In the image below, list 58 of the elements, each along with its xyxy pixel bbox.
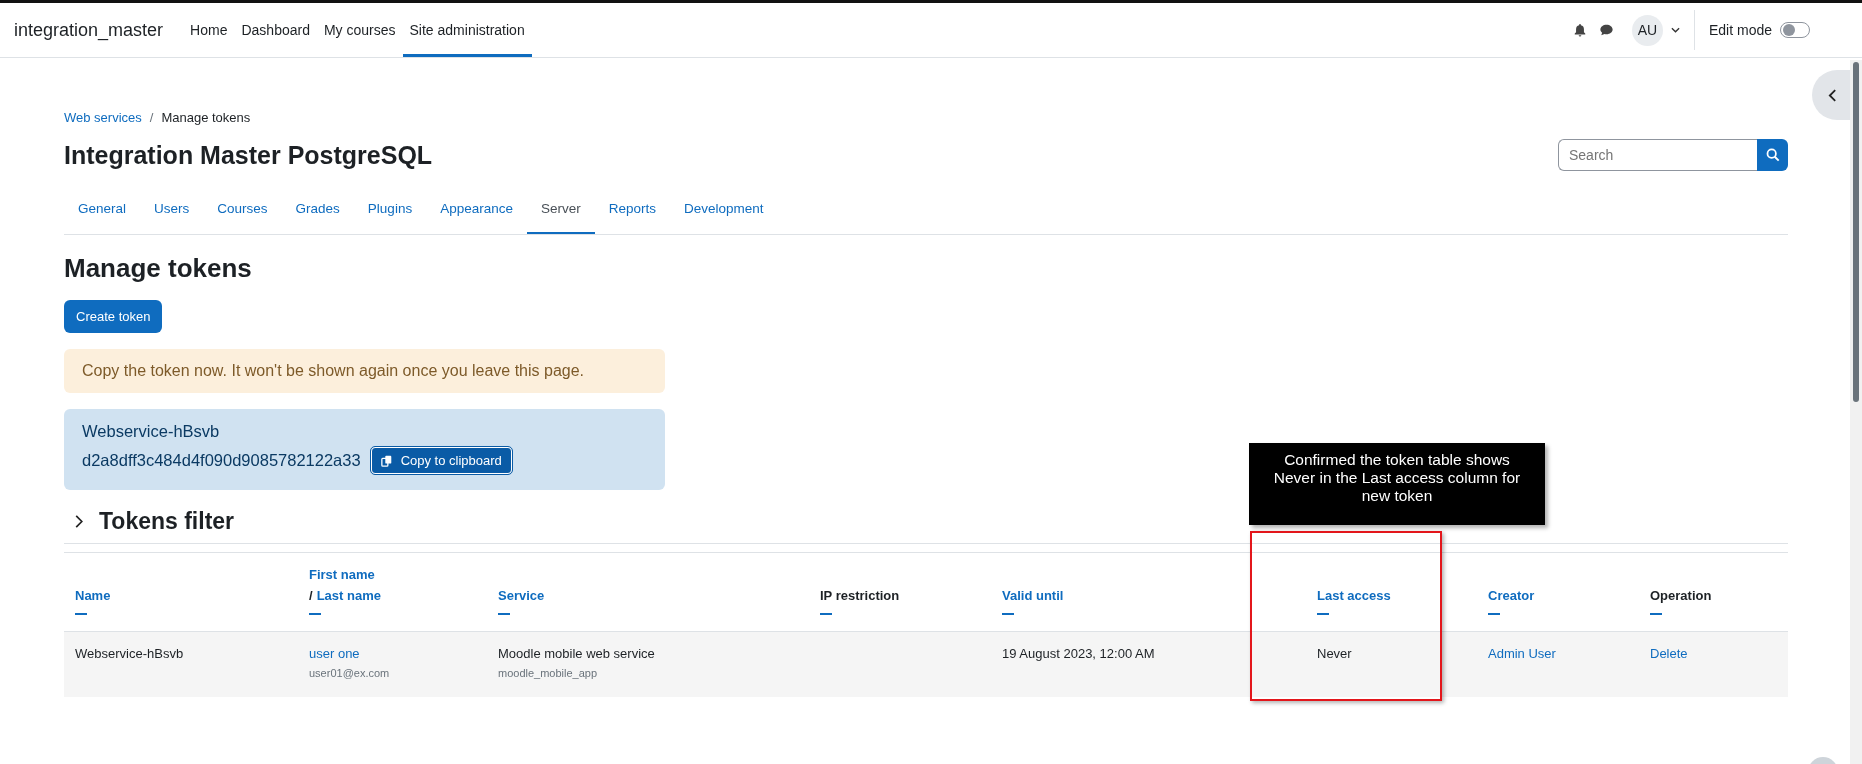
copy-button[interactable]: Copy to clipboard: [370, 447, 512, 474]
user-email: user01@ex.com: [309, 667, 391, 679]
sort-link[interactable]: Name: [75, 588, 298, 603]
page-title: Integration Master PostgreSQL: [64, 140, 433, 170]
breadcrumb-current: Manage tokens: [161, 110, 251, 125]
search-button[interactable]: [1757, 139, 1788, 171]
admin-tab[interactable]: Users: [140, 187, 204, 234]
scrollbar[interactable]: [1850, 60, 1862, 764]
nav-link[interactable]: Home: [183, 6, 235, 57]
nav-link[interactable]: Dashboard: [234, 6, 317, 57]
bell-icon[interactable]: [1572, 23, 1587, 37]
admin-tab[interactable]: General: [64, 187, 141, 234]
user-avatar[interactable]: AU: [1631, 14, 1663, 46]
table-cell-text: Never: [1317, 646, 1353, 661]
filter-heading[interactable]: Tokens filter: [99, 508, 235, 535]
chevron-left-icon: [1828, 88, 1837, 102]
nav-link[interactable]: Site administration: [402, 6, 532, 57]
copy-icon: [380, 454, 393, 467]
breadcrumb-separator: /: [149, 110, 154, 125]
sort-link[interactable]: Service: [498, 588, 809, 603]
chevron-icon[interactable]: [75, 515, 83, 528]
admin-tab[interactable]: Development: [670, 187, 778, 234]
sort-link[interactable]: Last name: [316, 588, 381, 603]
site-name[interactable]: integration_master: [14, 19, 164, 41]
nav-link[interactable]: My courses: [316, 6, 403, 57]
table-cell-text: Webservice-hBsvb: [75, 646, 185, 661]
sort-link[interactable]: Valid until: [1002, 588, 1306, 603]
sort-link[interactable]: First name: [309, 567, 487, 582]
create-token-button[interactable]: Create token: [64, 300, 163, 333]
section-heading: Manage tokens: [64, 253, 253, 284]
chat-bubble-icon[interactable]: [1598, 23, 1614, 37]
token-name: Webservice-hBsvb: [82, 422, 221, 441]
column-title: IP restriction: [820, 588, 901, 603]
admin-tab[interactable]: Courses: [203, 187, 282, 234]
edit-mode-label: Edit mode: [1708, 22, 1772, 38]
service-name: Moodle mobile web service: [498, 646, 656, 661]
warning-alert: Copy the token now. It won't be shown again once you leave this page.: [64, 349, 665, 393]
search-field[interactable]: Search: [1558, 139, 1757, 171]
user-link[interactable]: user one: [309, 646, 487, 661]
table-link[interactable]: Admin User: [1488, 646, 1639, 661]
service-shortname: moodle_mobile_app: [498, 667, 599, 679]
admin-tab[interactable]: Plugins: [353, 187, 427, 234]
caret-icon[interactable]: [1670, 27, 1680, 33]
admin-tab[interactable]: Reports: [594, 187, 670, 234]
admin-tab[interactable]: Grades: [281, 187, 354, 234]
sort-link[interactable]: Creator: [1488, 588, 1639, 603]
table-link[interactable]: Delete: [1650, 646, 1788, 661]
breadcrumb-link[interactable]: Web services: [64, 110, 142, 125]
column-title: Operation: [1650, 588, 1713, 603]
admin-tab[interactable]: Appearance: [426, 187, 527, 234]
drawer-toggle-button[interactable]: [1812, 70, 1850, 120]
table-cell-text: 19 August 2023, 12:00 AM: [1002, 646, 1156, 661]
annotation-callout: Confirmed the token table shows Never in the Last access column for new token: [1249, 443, 1545, 525]
token-value: d2a8dff3c484d4f090d9085782122a33: [82, 451, 361, 470]
admin-tab[interactable]: Server: [526, 187, 595, 234]
sort-link[interactable]: Last access: [1317, 588, 1477, 603]
search-icon: [1765, 148, 1780, 162]
header-separator: /: [309, 588, 313, 603]
